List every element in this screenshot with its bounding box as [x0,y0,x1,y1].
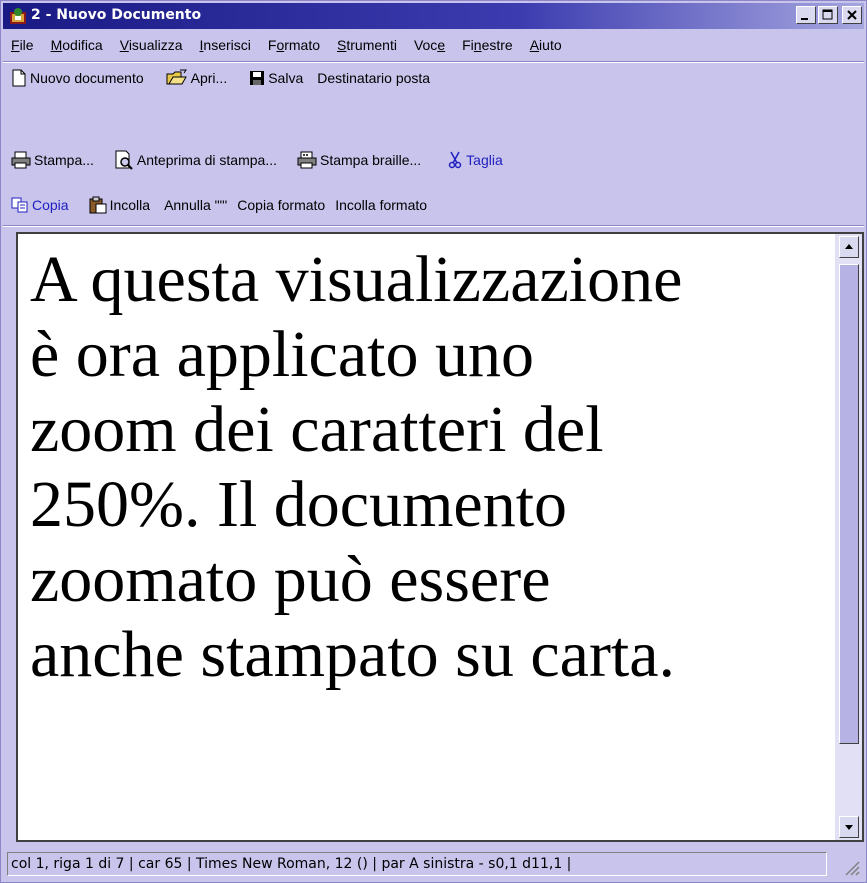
text-line: 250%. Il documento [30,468,568,541]
menu-item-label: iuto [539,37,562,53]
app-icon[interactable] [9,7,27,25]
menu-item-label: e [437,37,446,53]
mail-recipient-button[interactable]: Destinatario posta [317,70,430,86]
menu-item-label: nserisci [203,37,251,53]
menu-item-label: estre [481,37,513,53]
menu-item[interactable]: Inserisci [192,37,260,53]
menu-item-label: rmato [284,37,321,53]
toolbar-edit-row: Copia Incolla Annulla ""' Copia formato … [3,190,435,220]
arrow-up-icon [845,244,853,249]
close-button[interactable] [842,6,862,24]
undo-button[interactable]: Annulla ""' [164,197,227,213]
menu-item-label: Fi [462,37,474,53]
scissors-icon [448,151,462,169]
paste-button[interactable]: Incolla [89,196,150,214]
paste-label: Incolla [109,197,151,213]
braille-printer-icon [297,151,317,169]
open-label: Apri... [190,70,228,86]
copy-label: Copia [32,197,69,213]
scroll-thumb[interactable] [839,264,859,744]
menu-item[interactable]: Finestre [454,37,522,53]
close-icon [847,10,857,20]
text-line: anche stampato su carta. [30,618,676,691]
minimize-button[interactable] [796,6,816,24]
print-preview-icon [115,150,133,170]
document-editor[interactable]: A questa visualizzazione è ora applicato… [16,232,835,842]
mail-recipient-label: Destinatario posta [317,70,431,86]
menu-item-label: trumenti [346,37,397,53]
vertical-scrollbar[interactable] [835,232,864,842]
menu-item[interactable]: Visualizza [112,37,192,53]
minimize-icon [801,18,808,20]
braille-print-label: Stampa braille... [319,152,422,168]
copy-format-button[interactable]: Copia formato [237,197,325,213]
text-line: zoomato può essere [30,543,551,616]
save-button[interactable]: Salva [249,69,303,87]
paste-format-label: Incolla formato [335,197,428,213]
save-label: Salva [268,70,304,86]
menu-item-label: odifica [62,37,103,53]
paste-format-button[interactable]: Incolla formato [335,197,427,213]
floppy-disk-icon [250,71,265,85]
menu-item[interactable]: Aiuto [522,37,571,53]
text-line: zoom dei caratteri del [30,393,604,466]
print-button[interactable]: Stampa... [11,151,94,169]
app-window: 2 - Nuovo Documento File Modifica Visualiz… [0,0,867,883]
paste-clipboard-icon [89,196,107,214]
menu-item-label: n [473,37,482,53]
scroll-down-button[interactable] [839,816,859,838]
window-title: 2 - Nuovo Documento [31,7,202,23]
status-bar: col 1, riga 1 di 7 | car 65 | Times New … [3,849,864,879]
menu-item-label: Voc [413,37,438,53]
new-document-label: Nuovo documento [30,70,144,86]
resize-grip-icon[interactable] [842,858,860,876]
menu-bar: File Modifica Visualizza Inserisci Formato St… [3,31,864,59]
arrow-down-icon [845,825,853,830]
text-line: A questa visualizzazione [30,243,683,316]
undo-label: Annulla ""' [164,197,228,213]
copy-icon [11,197,28,213]
printer-icon [11,151,31,169]
status-text: col 1, riga 1 di 7 | car 65 | Times New … [7,852,827,876]
new-document-button[interactable]: Nuovo documento [11,69,144,87]
menu-item-label: S [337,37,347,53]
copy-format-label: Copia formato [237,197,326,213]
menu-item-label: F [11,37,20,53]
print-label: Stampa... [34,152,94,168]
toolbar-print-row: Stampa... Anteprima di stampa... Stampa … [3,145,511,175]
menu-item-label: A [529,37,540,53]
document-text[interactable]: A questa visualizzazione è ora applicato… [30,242,830,692]
menu-item[interactable]: Modifica [43,37,112,53]
menu-item[interactable]: Formato [260,37,329,53]
new-document-icon [12,69,26,87]
print-preview-label: Anteprima di stampa... [136,152,277,168]
braille-print-button[interactable]: Stampa braille... [297,151,421,169]
menu-item[interactable]: Strumenti [329,37,406,53]
maximize-button[interactable] [818,6,838,24]
menu-item-label: isualizza [128,37,183,53]
copy-button[interactable]: Copia [11,197,69,213]
print-preview-button[interactable]: Anteprima di stampa... [114,150,277,170]
divider [3,225,864,227]
menu-item-label: ile [19,37,34,53]
menu-item[interactable]: File [3,37,43,53]
open-folder-icon [166,69,187,85]
open-button[interactable]: Apri... [166,69,228,87]
menu-item-label: V [119,37,129,53]
scroll-up-button[interactable] [839,236,859,258]
cut-button[interactable]: Taglia [447,151,503,169]
toolbar-main-row: Nuovo documento Apri... Salva Destinatar… [3,63,438,93]
title-bar[interactable]: 2 - Nuovo Documento [3,3,864,29]
cut-label: Taglia [466,152,503,168]
menu-item[interactable]: Voce [406,37,454,53]
menu-item-label: M [50,37,63,53]
text-line: è ora applicato uno [30,318,534,391]
maximize-icon [822,9,833,20]
